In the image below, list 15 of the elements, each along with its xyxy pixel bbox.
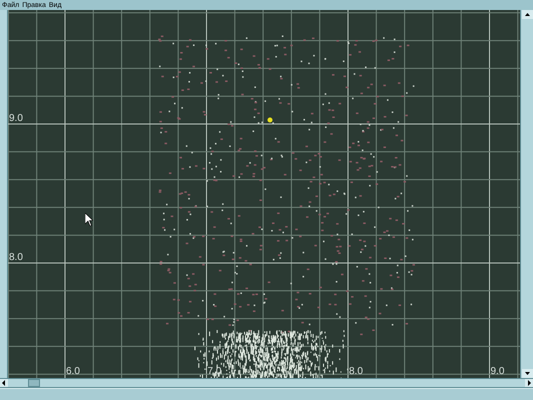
y-axis-label: 9.0 — [9, 114, 23, 124]
horizontal-scrollbar[interactable] — [0, 378, 533, 388]
scroll-up-icon[interactable] — [522, 10, 532, 19]
y-axis-label: 8.0 — [9, 253, 23, 263]
x-axis-label: 9.0 — [490, 367, 504, 377]
scrollbar-thumb[interactable] — [28, 379, 40, 387]
scroll-down-icon[interactable] — [522, 369, 532, 378]
vertical-scrollbar[interactable] — [520, 10, 533, 378]
mouse-pointer-icon — [85, 213, 93, 226]
x-axis-label: 6.0 — [66, 367, 80, 377]
x-axis-label: 8.0 — [349, 367, 363, 377]
scroll-left-icon[interactable] — [0, 379, 8, 387]
highlighted-point — [268, 118, 272, 122]
scroll-right-icon[interactable] — [525, 379, 533, 387]
x-axis-label: 7.0 — [208, 367, 222, 377]
